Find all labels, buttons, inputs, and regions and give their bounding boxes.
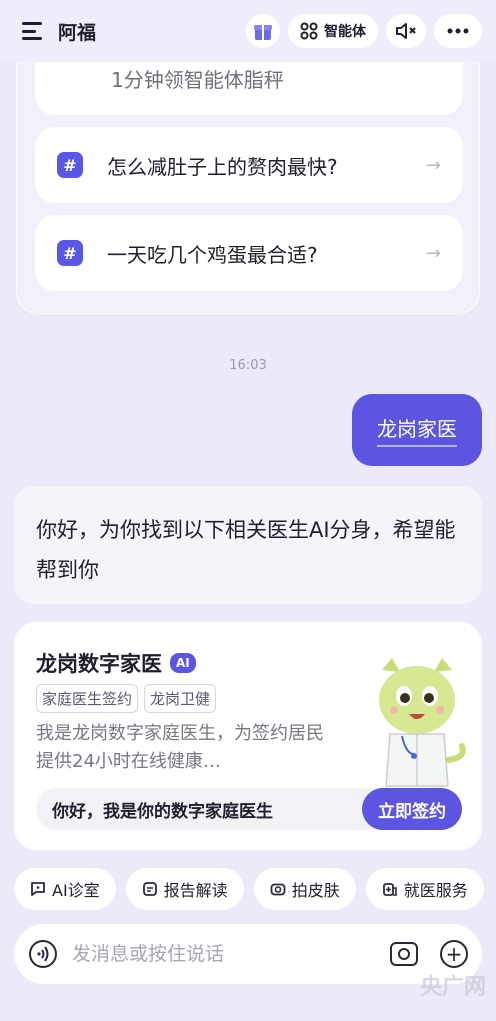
grid-icon xyxy=(300,22,318,40)
user-message-text: 龙岗家医 xyxy=(377,413,457,447)
camera-icon xyxy=(270,883,286,896)
hashtag-icon: # xyxy=(57,240,83,266)
bot-message-text: 你好，为你找到以下相关医生AI分身，希望能帮到你 xyxy=(36,518,456,582)
hospital-icon xyxy=(382,883,397,896)
tag: 龙岗卫健 xyxy=(144,684,217,713)
doctor-card[interactable]: 龙岗数字家医 AI 家庭医生签约 龙岗卫健 我是龙岗数字家庭医生，为签约居民提供… xyxy=(14,622,482,850)
arrow-icon: → xyxy=(425,154,441,176)
ai-badge: AI xyxy=(170,653,196,673)
more-icon xyxy=(447,28,469,34)
tag: 家庭医生签约 xyxy=(36,684,139,713)
message-input-bar: + xyxy=(14,924,482,984)
gift-button[interactable] xyxy=(246,14,280,48)
top-actions: 智能体 xyxy=(246,14,482,48)
quick-action-label: AI诊室 xyxy=(52,881,100,900)
hashtag-icon: # xyxy=(57,152,83,178)
quick-action-label: 就医服务 xyxy=(403,881,468,900)
agent-label: 智能体 xyxy=(324,24,366,40)
top-bar: 阿福 智能体 xyxy=(0,0,496,62)
menu-icon[interactable] xyxy=(22,22,44,40)
agent-button[interactable]: 智能体 xyxy=(288,14,378,48)
quick-action-medical-service[interactable]: 就医服务 xyxy=(365,868,484,910)
message-timestamp: 16:03 xyxy=(229,358,267,373)
bot-message-bubble: 你好，为你找到以下相关医生AI分身，希望能帮到你 xyxy=(14,486,482,604)
suggestion-item[interactable]: # 怎么减肚子上的赘肉最快? → xyxy=(35,127,463,203)
speaker-muted-icon xyxy=(396,23,416,39)
plus-icon[interactable]: + xyxy=(440,940,468,968)
suggestion-text: 怎么减肚子上的赘肉最快? xyxy=(107,154,338,179)
arrow-icon: → xyxy=(425,242,441,264)
camera-icon[interactable] xyxy=(390,942,418,966)
suggestion-card: 1分钟领智能体脂秤 # 怎么减肚子上的赘肉最快? → # 一天吃几个鸡蛋最合适?… xyxy=(16,15,480,314)
watermark: 央广网 xyxy=(419,975,486,1000)
suggestion-item[interactable]: # 一天吃几个鸡蛋最合适? → xyxy=(35,215,463,291)
quick-actions: AI诊室 报告解读 拍皮肤 就医服务 xyxy=(14,868,484,910)
gift-icon xyxy=(254,25,272,40)
doctor-name: 龙岗数字家医 AI xyxy=(36,648,196,678)
voice-icon[interactable] xyxy=(28,939,58,969)
more-button[interactable] xyxy=(434,14,482,48)
user-message-bubble[interactable]: 龙岗家医 xyxy=(352,394,482,466)
report-icon xyxy=(142,882,157,896)
quick-action-label: 报告解读 xyxy=(163,881,228,900)
sign-row: 你好，我是你的数字家庭医生 立即签约 xyxy=(36,788,462,830)
quick-action-report[interactable]: 报告解读 xyxy=(125,868,244,910)
quick-action-ai-clinic[interactable]: AI诊室 xyxy=(14,868,116,910)
quick-action-skin-photo[interactable]: 拍皮肤 xyxy=(253,868,356,910)
doctor-name-text: 龙岗数字家医 xyxy=(36,652,162,676)
dragon-doctor-mascot-icon xyxy=(379,658,466,787)
mute-button[interactable] xyxy=(386,14,426,48)
suggestion-text: 一天吃几个鸡蛋最合适? xyxy=(107,242,318,267)
app-title: 阿福 xyxy=(58,21,97,44)
sign-now-button[interactable]: 立即签约 xyxy=(362,788,462,830)
doctor-greeting: 你好，我是你的数字家庭医生 xyxy=(52,801,273,822)
chat-icon xyxy=(31,882,45,896)
suggestion-text: 1分钟领智能体脂秤 xyxy=(111,68,284,92)
doctor-description: 我是龙岗数字家庭医生，为签约居民提供24小时在线健康… xyxy=(36,723,324,772)
doctor-tags: 家庭医生签约 龙岗卫健 xyxy=(36,684,217,713)
quick-action-label: 拍皮肤 xyxy=(291,881,340,900)
message-input[interactable] xyxy=(72,943,362,965)
